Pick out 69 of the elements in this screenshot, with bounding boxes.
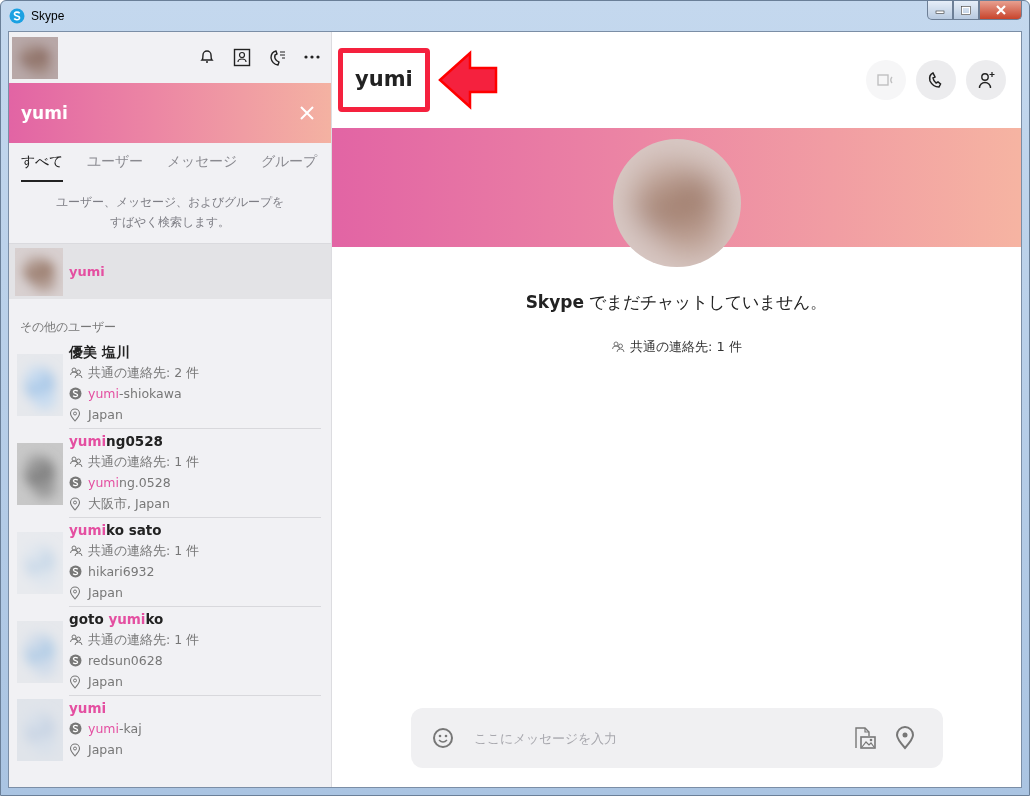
mutual-contacts: 共通の連絡先: 1 件	[630, 338, 742, 356]
tab[interactable]: ユーザー	[87, 151, 143, 182]
mutual-contacts: 共通の連絡先: 1 件	[88, 453, 200, 471]
search-hint: ユーザー、メッセージ、およびグループを	[56, 194, 284, 211]
location-icon	[69, 585, 83, 600]
location-icon	[69, 674, 83, 689]
maximize-button[interactable]	[953, 1, 979, 20]
contact-name: yumi	[69, 699, 108, 718]
people-icon	[69, 632, 83, 647]
location: Japan	[88, 741, 123, 759]
close-icon	[994, 5, 1007, 15]
contact-name: goto yumiko	[69, 610, 165, 629]
minimize-button[interactable]	[927, 1, 953, 20]
skype-id: yumi-shiokawa	[88, 385, 182, 403]
skype-icon	[69, 386, 83, 401]
contact-row[interactable]: 優美 塩川 共通の連絡先: 2 件 yumi-shiokawa Japan	[9, 340, 331, 429]
image-file-icon[interactable]	[852, 726, 877, 750]
skype-id: redsun0628	[88, 652, 163, 670]
contact-card-icon[interactable]	[233, 48, 251, 67]
tab[interactable]: メッセージ	[167, 151, 237, 182]
skype-icon	[69, 653, 83, 668]
contact-row[interactable]: yumiko sato 共通の連絡先: 1 件 hikari6932 Japan	[9, 518, 331, 607]
tab[interactable]: グループ	[261, 151, 317, 182]
search-result-row[interactable]: yumi	[9, 244, 331, 299]
call-list-icon[interactable]	[268, 48, 286, 67]
mutual-contacts: 共通の連絡先: 2 件	[88, 364, 200, 382]
contact-name: 優美 塩川	[69, 343, 131, 362]
location-icon[interactable]	[894, 726, 915, 750]
people-icon	[69, 365, 83, 380]
empty-chat-message: Skype でまだチャットしていません。	[524, 291, 829, 314]
location-icon	[69, 407, 83, 422]
skype-icon	[69, 721, 83, 736]
location: Japan	[88, 406, 123, 424]
skype-id: hikari6932	[88, 563, 155, 581]
location-icon	[69, 496, 83, 511]
location: Japan	[88, 584, 123, 602]
add-person-icon	[977, 71, 995, 89]
skype-icon	[69, 564, 83, 579]
location: Japan	[88, 673, 123, 691]
skype-logo-icon	[9, 8, 25, 24]
search-bar[interactable]: yumi	[9, 83, 331, 143]
contact-row[interactable]: yuming0528 共通の連絡先: 1 件 yuming.0528 大阪市, Japan	[9, 429, 331, 518]
emoji-icon[interactable]	[431, 727, 454, 749]
skype-id: yumi-kaj	[88, 720, 142, 738]
contact-row[interactable]: goto yumiko 共通の連絡先: 1 件 redsun0628 Japan	[9, 607, 331, 696]
close-button[interactable]	[979, 1, 1022, 20]
skype-id: yuming.0528	[88, 474, 171, 492]
section-label: その他のユーザー	[19, 319, 117, 336]
maximize-icon	[961, 5, 971, 15]
contact-name: yumiko sato	[69, 521, 163, 540]
contact-name: yumi	[69, 264, 105, 279]
contact-name: yuming0528	[69, 432, 164, 451]
people-icon	[611, 340, 626, 354]
tab[interactable]: すべて	[21, 151, 63, 182]
search-hint: すばやく検索します。	[110, 214, 230, 231]
search-field[interactable]: yumi	[21, 103, 299, 123]
contact-row[interactable]: yumi yumi-kaj Japan	[9, 696, 331, 763]
video-camera-icon	[877, 71, 895, 89]
mutual-contacts: 共通の連絡先: 1 件	[88, 542, 200, 560]
location-icon	[69, 742, 83, 757]
add-person-button[interactable]	[966, 60, 1006, 100]
chat-title: yumi	[338, 48, 430, 112]
location: 大阪市, Japan	[88, 495, 170, 513]
call-button[interactable]	[916, 60, 956, 100]
window-title: Skype	[31, 9, 65, 23]
people-icon	[69, 454, 83, 469]
skype-icon	[69, 475, 83, 490]
mutual-contacts: 共通の連絡先: 1 件	[88, 631, 200, 649]
people-icon	[69, 543, 83, 558]
